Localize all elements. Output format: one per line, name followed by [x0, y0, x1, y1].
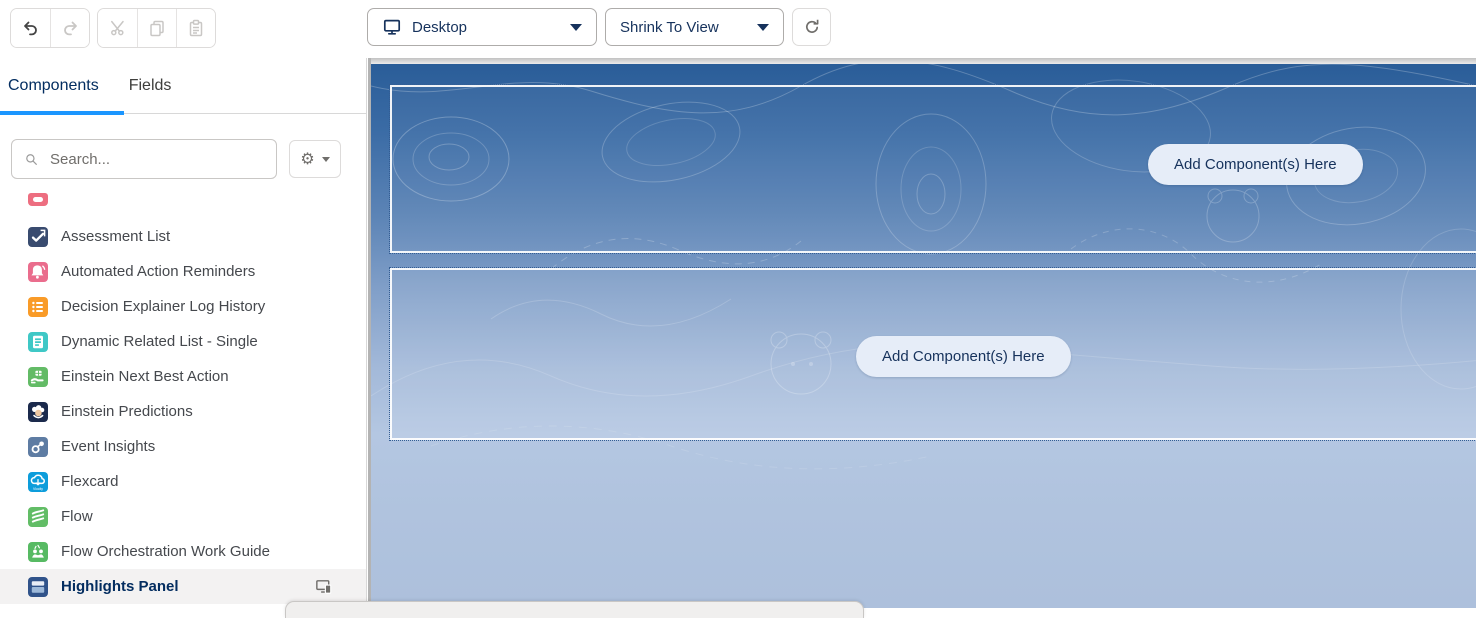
component-item-event-insights[interactable]: Event Insights	[0, 429, 366, 464]
component-label: Einstein Predictions	[61, 403, 193, 420]
component-label: Flow	[61, 508, 93, 525]
canvas-background: Add Component(s) Here Add Component(s) H…	[371, 64, 1476, 608]
component-item-flow-orchestration-work-guide[interactable]: Flow Orchestration Work Guide	[0, 534, 366, 569]
component-item-highlights-panel[interactable]: Highlights Panel	[0, 569, 366, 604]
component-label: Dynamic Related List - Single	[61, 333, 258, 350]
device-support-icon	[314, 577, 333, 596]
component-item-decision-explainer-log-history[interactable]: Decision Explainer Log History	[0, 289, 366, 324]
search-box	[11, 139, 277, 179]
next-best-action-icon	[28, 367, 48, 387]
component-item[interactable]	[0, 193, 366, 219]
dropzone-body-region[interactable]: Add Component(s) Here	[390, 268, 1476, 440]
search-row: ⚙	[0, 114, 366, 179]
actions-recommendations-icon	[28, 193, 48, 206]
list-icon	[28, 297, 48, 317]
flexcard-cloud-icon: Vlocity	[28, 472, 48, 492]
chevron-down-icon	[322, 157, 330, 162]
search-input[interactable]	[48, 150, 264, 169]
history-button-group	[10, 8, 90, 48]
component-item-flow[interactable]: Flow	[0, 499, 366, 534]
redo-icon	[60, 18, 80, 38]
tab-fields[interactable]: Fields	[129, 77, 172, 95]
top-toolbar: Desktop Shrink To View	[0, 0, 1476, 58]
clipboard-button-group	[97, 8, 216, 48]
component-list: Assessment List Automated Action Reminde…	[0, 193, 366, 608]
refresh-button[interactable]	[792, 8, 831, 46]
sidebar-tabs: Components Fields	[0, 58, 366, 114]
component-label: Event Insights	[61, 438, 155, 455]
page-canvas: Add Component(s) Here Add Component(s) H…	[368, 58, 1476, 608]
redo-button[interactable]	[50, 9, 89, 47]
search-icon	[24, 151, 39, 168]
component-item-flexcard[interactable]: Vlocity Flexcard	[0, 464, 366, 499]
active-tab-underline	[0, 111, 124, 115]
device-selector-dropdown[interactable]: Desktop	[367, 8, 597, 46]
gear-icon: ⚙	[300, 151, 314, 167]
cut-button[interactable]	[98, 9, 137, 47]
assessment-icon	[28, 227, 48, 247]
highlights-panel-icon	[28, 577, 48, 597]
view-mode-dropdown[interactable]: Shrink To View	[605, 8, 784, 46]
tooltip-stub	[285, 601, 864, 618]
bell-icon	[28, 262, 48, 282]
scissors-icon	[108, 18, 128, 38]
einstein-icon	[28, 402, 48, 422]
component-label: Decision Explainer Log History	[61, 298, 265, 315]
component-label: Flow Orchestration Work Guide	[61, 543, 270, 560]
component-label: Automated Action Reminders	[61, 263, 255, 280]
undo-icon	[21, 18, 41, 38]
copy-icon	[147, 18, 167, 38]
component-label: Assessment List	[61, 228, 170, 245]
view-mode-value: Shrink To View	[620, 19, 747, 36]
component-label: Einstein Next Best Action	[61, 368, 229, 385]
paste-button[interactable]	[176, 9, 215, 47]
component-item-einstein-predictions[interactable]: Einstein Predictions	[0, 394, 366, 429]
undo-button[interactable]	[11, 9, 50, 47]
tab-components[interactable]: Components	[8, 77, 99, 95]
svg-text:Vlocity: Vlocity	[33, 487, 43, 491]
orchestration-icon	[28, 542, 48, 562]
copy-button[interactable]	[137, 9, 176, 47]
component-label: Highlights Panel	[61, 578, 179, 595]
chevron-down-icon	[757, 24, 769, 31]
add-component-button[interactable]: Add Component(s) Here	[1148, 144, 1363, 185]
desktop-icon	[382, 17, 402, 37]
component-item-einstein-next-best-action[interactable]: Einstein Next Best Action	[0, 359, 366, 394]
component-item-dynamic-related-list-single[interactable]: Dynamic Related List - Single	[0, 324, 366, 359]
component-item-assessment-list[interactable]: Assessment List	[0, 219, 366, 254]
device-selector-value: Desktop	[412, 19, 560, 36]
refresh-icon	[802, 17, 822, 37]
paste-icon	[186, 18, 206, 38]
dropzone-header-region[interactable]: Add Component(s) Here	[390, 85, 1476, 253]
component-sidebar: Components Fields ⚙ Assessment List Auto…	[0, 58, 367, 608]
component-label: Flexcard	[61, 473, 119, 490]
flow-icon	[28, 507, 48, 527]
component-item-automated-action-reminders[interactable]: Automated Action Reminders	[0, 254, 366, 289]
related-list-icon	[28, 332, 48, 352]
chevron-down-icon	[570, 24, 582, 31]
settings-dropdown-button[interactable]: ⚙	[289, 140, 341, 178]
add-component-button[interactable]: Add Component(s) Here	[856, 336, 1071, 377]
event-insights-icon	[28, 437, 48, 457]
view-controls: Desktop Shrink To View	[367, 8, 831, 46]
